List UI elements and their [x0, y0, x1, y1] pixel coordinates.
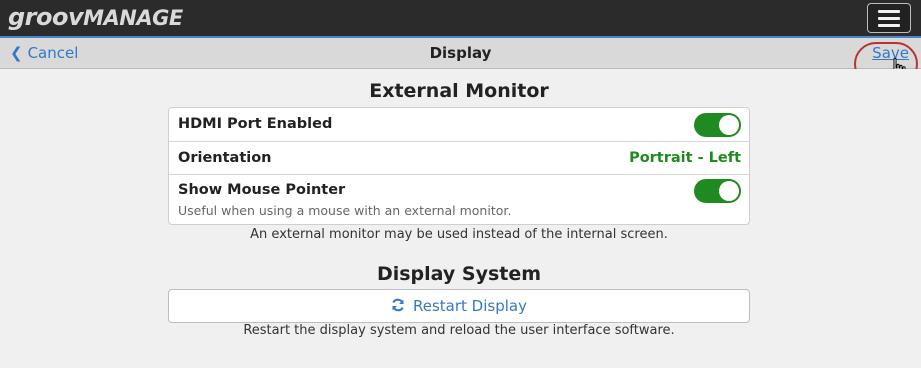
page-title: Display	[429, 44, 492, 62]
logo-secondary: MANAGE	[83, 6, 183, 30]
navigation-bar: ❮ Cancel Display Save	[0, 38, 921, 69]
section-title-external-monitor: External Monitor	[369, 80, 549, 102]
hamburger-icon	[878, 9, 900, 13]
top-bar: groovMANAGE	[0, 0, 921, 36]
hdmi-port-toggle[interactable]	[694, 113, 741, 137]
hdmi-port-label: HDMI Port Enabled	[178, 116, 333, 132]
restart-display-button[interactable]: Restart Display	[168, 289, 750, 323]
show-mouse-pointer-help: Useful when using a mouse with an extern…	[178, 203, 512, 218]
refresh-icon	[392, 298, 404, 312]
row-show-mouse-pointer: Show Mouse Pointer Useful when using a m…	[169, 175, 749, 224]
main-content: External Monitor HDMI Port Enabled Orien…	[0, 69, 921, 368]
show-mouse-pointer-toggle[interactable]	[694, 179, 741, 203]
app-logo: groovMANAGE	[8, 3, 183, 31]
logo-primary: groov	[8, 3, 84, 31]
external-monitor-card: HDMI Port Enabled Orientation Portrait -…	[168, 107, 750, 225]
external-monitor-note: An external monitor may be used instead …	[250, 227, 668, 242]
row-hdmi-port: HDMI Port Enabled	[169, 108, 749, 142]
orientation-label: Orientation	[178, 150, 272, 166]
row-orientation[interactable]: Orientation Portrait - Left	[169, 142, 749, 175]
restart-display-label: Restart Display	[413, 297, 527, 315]
display-system-note: Restart the display system and reload th…	[243, 323, 675, 338]
hamburger-menu-button[interactable]	[867, 3, 911, 33]
section-title-display-system: Display System	[376, 263, 542, 285]
show-mouse-pointer-label: Show Mouse Pointer	[178, 182, 346, 198]
orientation-value[interactable]: Portrait - Left	[629, 150, 741, 166]
